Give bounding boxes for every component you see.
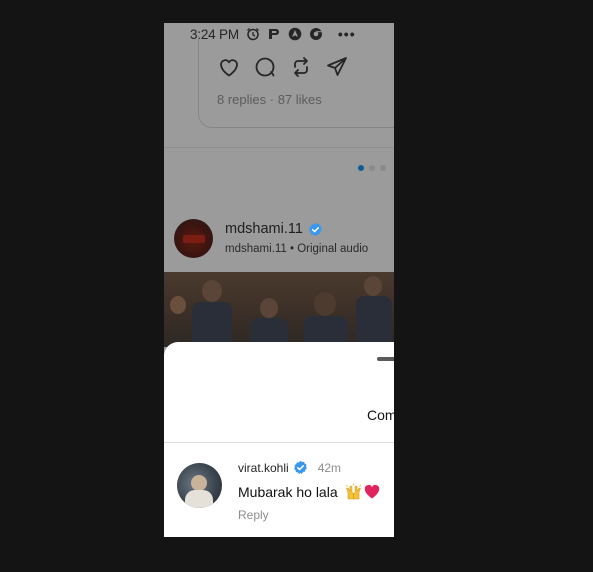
- reel-author[interactable]: mdshami.11: [225, 221, 323, 237]
- verified-badge-icon: [308, 222, 323, 237]
- verified-badge-icon: [293, 460, 308, 475]
- comment-time: 42m: [317, 460, 342, 475]
- reel-subtitle[interactable]: mdshami.11 • Original audio: [225, 243, 368, 255]
- pager-dot: [380, 165, 386, 171]
- red-heart-emoji: [364, 484, 380, 499]
- reel-video[interactable]: [164, 272, 394, 347]
- sheet-divider: [164, 442, 394, 443]
- reel-author-avatar[interactable]: [174, 219, 213, 258]
- carousel-pager: [358, 165, 386, 171]
- phone-screen: 3:24 PM ••• 8 replies · 87 likes mdshami…: [164, 23, 394, 537]
- share-icon[interactable]: [325, 55, 349, 79]
- reply-button[interactable]: Reply: [238, 508, 269, 522]
- comment-header: virat.kohli 42m: [238, 460, 341, 475]
- post-card: [198, 36, 394, 128]
- comment-text: Mubarak ho lala: [238, 483, 380, 500]
- comments-title: Com: [367, 407, 394, 423]
- comments-sheet: Com virat.kohli 42m Mubarak ho lala Repl…: [164, 342, 394, 537]
- pager-dot-active: [358, 165, 364, 171]
- sheet-drag-handle[interactable]: [377, 357, 394, 361]
- feed-divider: [164, 147, 394, 148]
- post-stats: 8 replies · 87 likes: [217, 92, 322, 107]
- heart-icon[interactable]: [217, 55, 241, 79]
- reel-username: mdshami.11: [225, 221, 303, 237]
- commenter-avatar[interactable]: [177, 463, 222, 508]
- commenter-username[interactable]: virat.kohli: [238, 461, 289, 475]
- pager-dot: [369, 165, 375, 171]
- comment-body: Mubarak ho lala: [238, 483, 338, 500]
- post-actions: [217, 55, 349, 79]
- raising-hands-emoji: [345, 483, 362, 500]
- repost-icon[interactable]: [289, 55, 313, 79]
- comment-icon[interactable]: [253, 55, 277, 79]
